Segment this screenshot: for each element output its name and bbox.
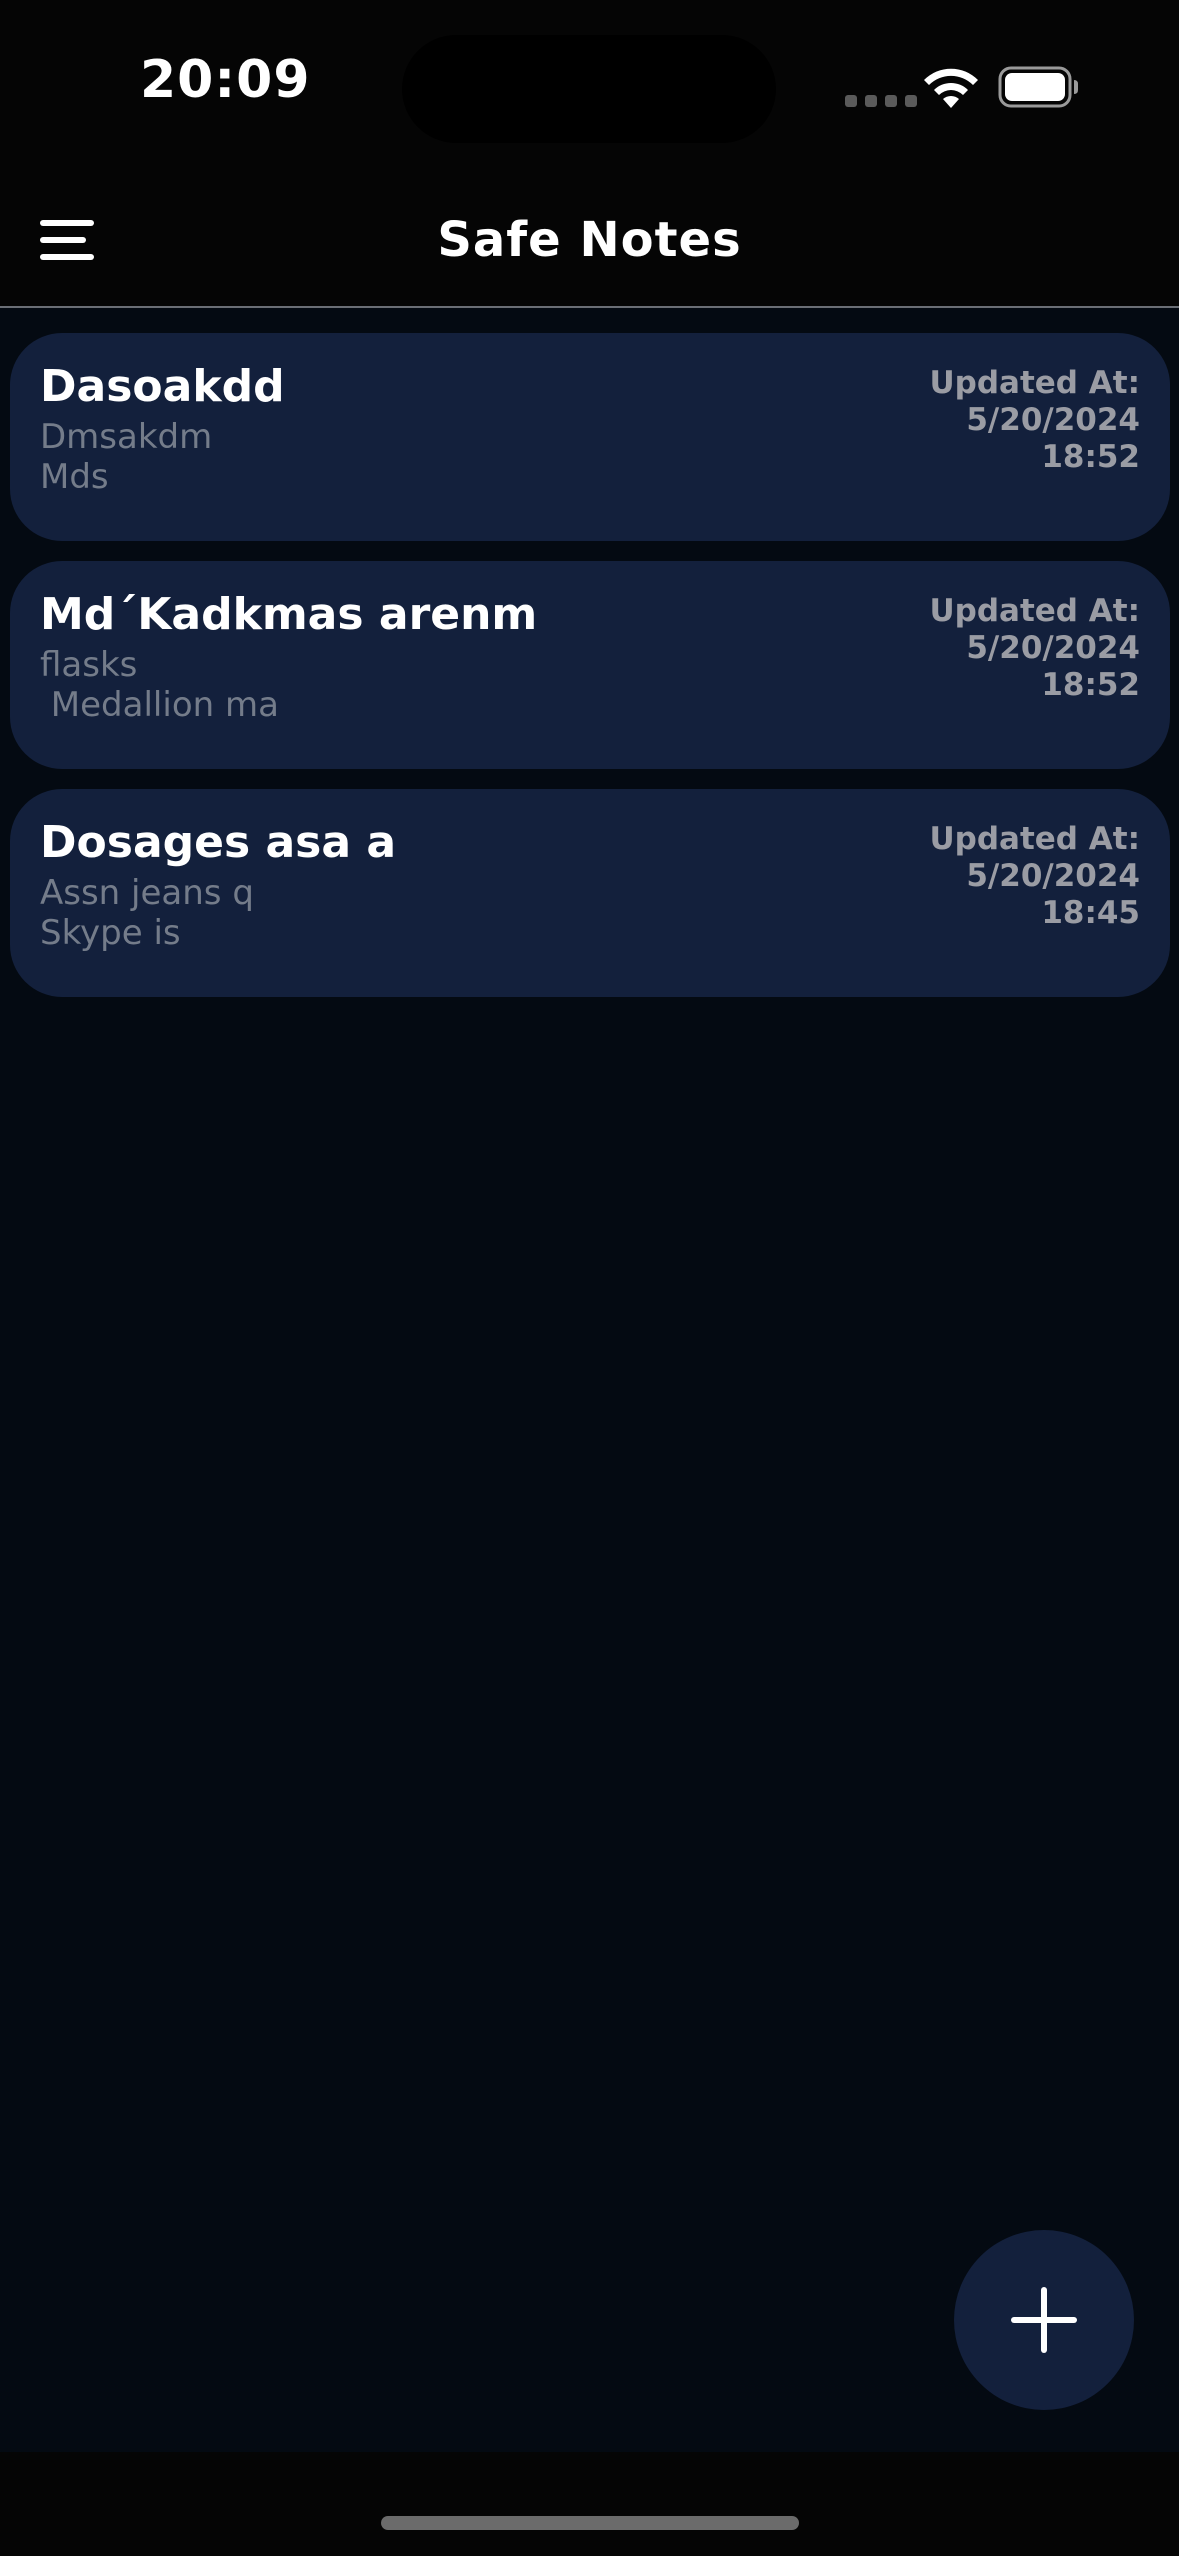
notes-screen: 20:09 Safe Notes Dasoakdd Dmsakdm Mds Up…: [0, 0, 1179, 2556]
status-bar: 20:09: [0, 0, 1179, 170]
updated-time: 18:52: [1041, 439, 1140, 475]
updated-date: 5/20/2024: [966, 858, 1140, 894]
navigation-bar: Safe Notes: [0, 170, 1179, 308]
plus-icon: [1011, 2287, 1077, 2353]
note-preview-line: flasks: [40, 645, 138, 685]
note-preview-line: Assn jeans q: [40, 873, 254, 913]
note-updated-info: Updated At: 5/20/2024 18:52: [929, 365, 1140, 476]
battery-icon: [998, 66, 1078, 108]
updated-time: 18:52: [1041, 667, 1140, 703]
note-card[interactable]: Dosages asa a Assn jeans q Skype is Upda…: [10, 789, 1170, 997]
note-preview-line: Skype is: [40, 913, 181, 953]
updated-label: Updated At:: [929, 365, 1140, 401]
notes-list: Dasoakdd Dmsakdm Mds Updated At: 5/20/20…: [10, 333, 1170, 1017]
updated-date: 5/20/2024: [966, 402, 1140, 438]
note-preview-line: Dmsakdm: [40, 417, 213, 457]
bottom-safe-area: [0, 2452, 1179, 2556]
page-title: Safe Notes: [437, 212, 742, 268]
updated-label: Updated At:: [929, 593, 1140, 629]
note-title: MdˊKadkmas arenm: [40, 589, 538, 640]
wifi-icon: [924, 68, 978, 108]
note-card[interactable]: MdˊKadkmas arenm flasks Medallion ma Upd…: [10, 561, 1170, 769]
note-updated-info: Updated At: 5/20/2024 18:45: [929, 821, 1140, 932]
home-indicator[interactable]: [381, 2516, 799, 2530]
updated-label: Updated At:: [929, 821, 1140, 857]
cellular-signal-icon: [845, 95, 917, 107]
dynamic-island: [402, 35, 776, 143]
note-preview-line: Mds: [40, 457, 109, 497]
note-updated-info: Updated At: 5/20/2024 18:52: [929, 593, 1140, 704]
note-title: Dosages asa a: [40, 817, 397, 868]
updated-time: 18:45: [1041, 895, 1140, 931]
add-note-button[interactable]: [954, 2230, 1134, 2410]
note-card[interactable]: Dasoakdd Dmsakdm Mds Updated At: 5/20/20…: [10, 333, 1170, 541]
status-time: 20:09: [140, 50, 311, 110]
note-preview-line: Medallion ma: [40, 685, 279, 725]
updated-date: 5/20/2024: [966, 630, 1140, 666]
note-title: Dasoakdd: [40, 361, 285, 412]
